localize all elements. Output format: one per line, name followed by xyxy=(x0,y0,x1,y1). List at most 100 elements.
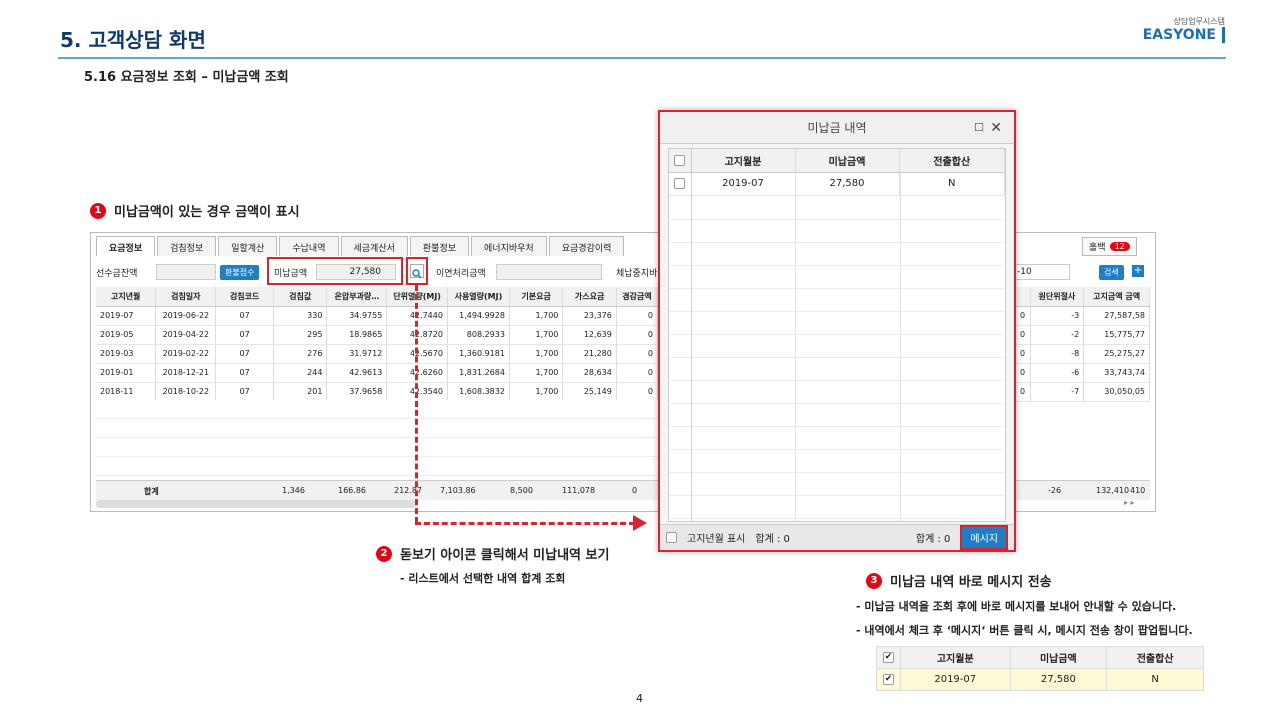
callout-number: 3 xyxy=(866,572,882,589)
callout-3-note-2: - 내역에서 체크 후 ‘메시지‘ 버튼 클릭 시, 메시지 전송 창이 팝업됩… xyxy=(856,624,1193,637)
callout-text: 미납금액이 있는 경우 금액이 표시 xyxy=(114,205,300,220)
grid-col-header[interactable]: 사용열량(MJ) xyxy=(447,287,510,307)
arrow-head-icon xyxy=(633,515,647,531)
grid-col-header[interactable]: 검침코드 xyxy=(215,287,274,307)
table-row[interactable]: 0 -3 27,587,58 xyxy=(1016,306,1150,326)
show-month-label: 고지년월 표시 xyxy=(687,534,746,545)
grid-col-header[interactable]: 고지년월 xyxy=(96,287,157,307)
date-field[interactable]: -10 xyxy=(1014,264,1070,280)
grid-cell: 15,775,77 xyxy=(1083,325,1150,345)
check-icon: ✔ xyxy=(883,673,894,685)
tab-discount-history[interactable]: 요금경감이력 xyxy=(548,236,625,256)
page-title: 5. 고객상담 화면 xyxy=(60,28,206,52)
modal-grid: 고지월분 미납금액 전출합산 2019-07 27,580 N xyxy=(669,149,1005,196)
table-row[interactable]: 2019-05 2019-04-22 07 295 18.9865 42.8720 808.… xyxy=(96,325,659,345)
grid-cell: 808.2933 xyxy=(447,325,510,345)
add-icon[interactable]: + xyxy=(1132,265,1144,277)
carry-over-field xyxy=(496,264,602,280)
tab-meter-info[interactable]: 검침정보 xyxy=(157,236,217,256)
grid-right-sum-row: -26 132,410 410 xyxy=(1016,480,1150,500)
logo-subtitle: 상담업무시스템 xyxy=(1173,17,1225,26)
grid-cell: 2019-06-22 xyxy=(155,306,217,326)
grid-col-header[interactable]: 경감금액 xyxy=(616,287,659,307)
table-row[interactable]: 2019-07 2019-06-22 07 330 34.9755 42.7440 1,49… xyxy=(96,306,659,326)
fee-grid: 고지년월 검침일자 검침코드 검침값 온압부과량… 단위열량(MJ) 사용열량(MJ) 기본요… xyxy=(96,287,659,402)
arrears-label: 체납중지바 xyxy=(616,269,658,279)
sum-billed-extra: 410 xyxy=(1130,486,1146,495)
example-cell-amount: 27,580 xyxy=(1009,668,1108,691)
callout-2-note: - 리스트에서 선택한 내역 합계 조회 xyxy=(400,572,566,585)
search-icon[interactable] xyxy=(410,264,424,279)
grid-col-header[interactable]: 기본요금 xyxy=(509,287,564,307)
maximize-icon[interactable]: ☐ xyxy=(974,112,984,144)
table-row[interactable]: 0 -8 25,275,27 xyxy=(1016,344,1150,364)
callout-1: 1 미납금액이 있는 경우 금액이 표시 xyxy=(90,201,300,220)
grid-cell: 244 xyxy=(273,363,328,383)
tab-energy-voucher[interactable]: 에너지바우처 xyxy=(471,236,547,256)
table-row[interactable]: 2018-11 2018-10-22 07 201 37.9658 42.3540 1,60… xyxy=(96,382,659,402)
grid-cell: 1,700 xyxy=(509,382,564,402)
modal-grid-area: 고지월분 미납금액 전출합산 2019-07 27,580 N xyxy=(668,148,1006,522)
modal-col-month: 고지월분 xyxy=(691,149,796,173)
refund-button[interactable]: 환불접수 xyxy=(220,264,260,280)
carry-over-label: 이연처리금액 xyxy=(436,269,486,279)
check-icon: ✔ xyxy=(883,651,894,663)
table-row[interactable]: 0 -7 30,050,05 xyxy=(1016,382,1150,402)
modal-header: 미납금 내역 ☐ ✕ xyxy=(660,112,1014,144)
table-row[interactable]: 2019-01 2018-12-21 07 244 42.9613 42.6260 1,83… xyxy=(96,363,659,383)
table-row[interactable]: 0 -6 33,743,74 xyxy=(1016,363,1150,383)
unpaid-modal: 미납금 내역 ☐ ✕ 고지월분 미납금액 전출합산 2019-07 27,580… xyxy=(658,110,1016,552)
grid-cell-amount: 30,05 xyxy=(1104,387,1128,396)
grid-cell: 0 xyxy=(616,382,659,402)
grid-col-header[interactable]: 검침일자 xyxy=(155,287,217,307)
tab-daily-calc[interactable]: 일할계산 xyxy=(218,236,278,256)
scroll-arrows-icon[interactable]: ▸ ▸ xyxy=(1124,498,1135,507)
section-subtitle: 5.16 요금정보 조회 – 미납금액 조회 xyxy=(84,70,289,85)
tab-bar: 요금정보 검침정보 일할계산 수납내역 세금계산서 환불정보 에너지바우처 요금… xyxy=(96,236,626,258)
table-row[interactable]: 0 -2 15,775,77 xyxy=(1016,325,1150,345)
grid-cell: 25,275,27 xyxy=(1083,344,1150,364)
prepay-field xyxy=(156,264,216,280)
sum-meter-value: 1,346 xyxy=(282,486,305,495)
memo-button[interactable]: 홀백 12 xyxy=(1082,237,1137,256)
fee-grid-right: 원단위절사 고지금액 금액 0 -3 27,587,58 0 -2 15,775,77 0-… xyxy=(1016,287,1150,402)
grid-col-header[interactable]: 검침값 xyxy=(273,287,328,307)
table-row[interactable]: 2019-03 2019-02-22 07 276 31.9712 42.5670 1,36… xyxy=(96,344,659,364)
send-message-button[interactable]: 메시지 xyxy=(960,525,1008,550)
grid-cell: 0 xyxy=(1016,325,1031,345)
grid-cell: 27,587,58 xyxy=(1083,306,1150,326)
row-checkbox[interactable] xyxy=(674,177,686,189)
callout-number: 2 xyxy=(376,545,392,562)
grid-cell: 1,608.3832 xyxy=(447,382,510,402)
example-cell-transfer: N xyxy=(1106,668,1204,691)
grid-cell: 2018-11 xyxy=(96,382,157,402)
grid-col-header[interactable]: 온압부과량… xyxy=(326,287,388,307)
grid-cell: 1,700 xyxy=(509,325,564,345)
tab-fee-info[interactable]: 요금정보 xyxy=(96,236,156,256)
memo-label: 홀백 xyxy=(1089,243,1106,253)
grid-empty-rows xyxy=(96,400,658,480)
search-button[interactable]: 검색 xyxy=(1099,265,1124,280)
filter-row: 선수금잔액 환불접수 xyxy=(96,262,260,282)
grid-cell-amount-extra: 5,77 xyxy=(1127,330,1145,339)
callout-3-note-1: - 미납금 내역을 조회 후에 바로 메시지를 보내어 안내할 수 있습니다. xyxy=(856,600,1177,613)
col-rounding: 원단위절사 xyxy=(1030,287,1085,307)
tab-refund-info[interactable]: 환불정보 xyxy=(409,236,470,256)
horizontal-scrollbar[interactable] xyxy=(96,500,416,508)
sum-rounding: -26 xyxy=(1048,486,1062,495)
grid-cell: 0 xyxy=(616,306,659,326)
grid-cell: -3 xyxy=(1030,306,1085,326)
grid-cell: 31.9712 xyxy=(326,344,388,364)
show-month-checkbox[interactable] xyxy=(666,532,677,543)
modal-footer: 고지년월 표시 합계 : 0 합계 : 0 메시지 xyxy=(660,524,1014,550)
grid-col-header[interactable]: 가스요금 xyxy=(562,287,617,307)
tab-payment-history[interactable]: 수납내역 xyxy=(279,236,339,256)
modal-row[interactable]: 2019-07 27,580 N xyxy=(669,172,1005,196)
select-all-checkbox[interactable] xyxy=(674,154,686,166)
sum-discount: 0 xyxy=(632,486,638,495)
grid-cell-amount: 27,58 xyxy=(1104,311,1128,320)
grid-cell: 0 xyxy=(616,344,659,364)
tab-tax-invoice[interactable]: 세금계산서 xyxy=(340,236,408,256)
sum-used-heat: 7,103.86 xyxy=(440,486,476,495)
close-icon[interactable]: ✕ xyxy=(990,112,1002,144)
